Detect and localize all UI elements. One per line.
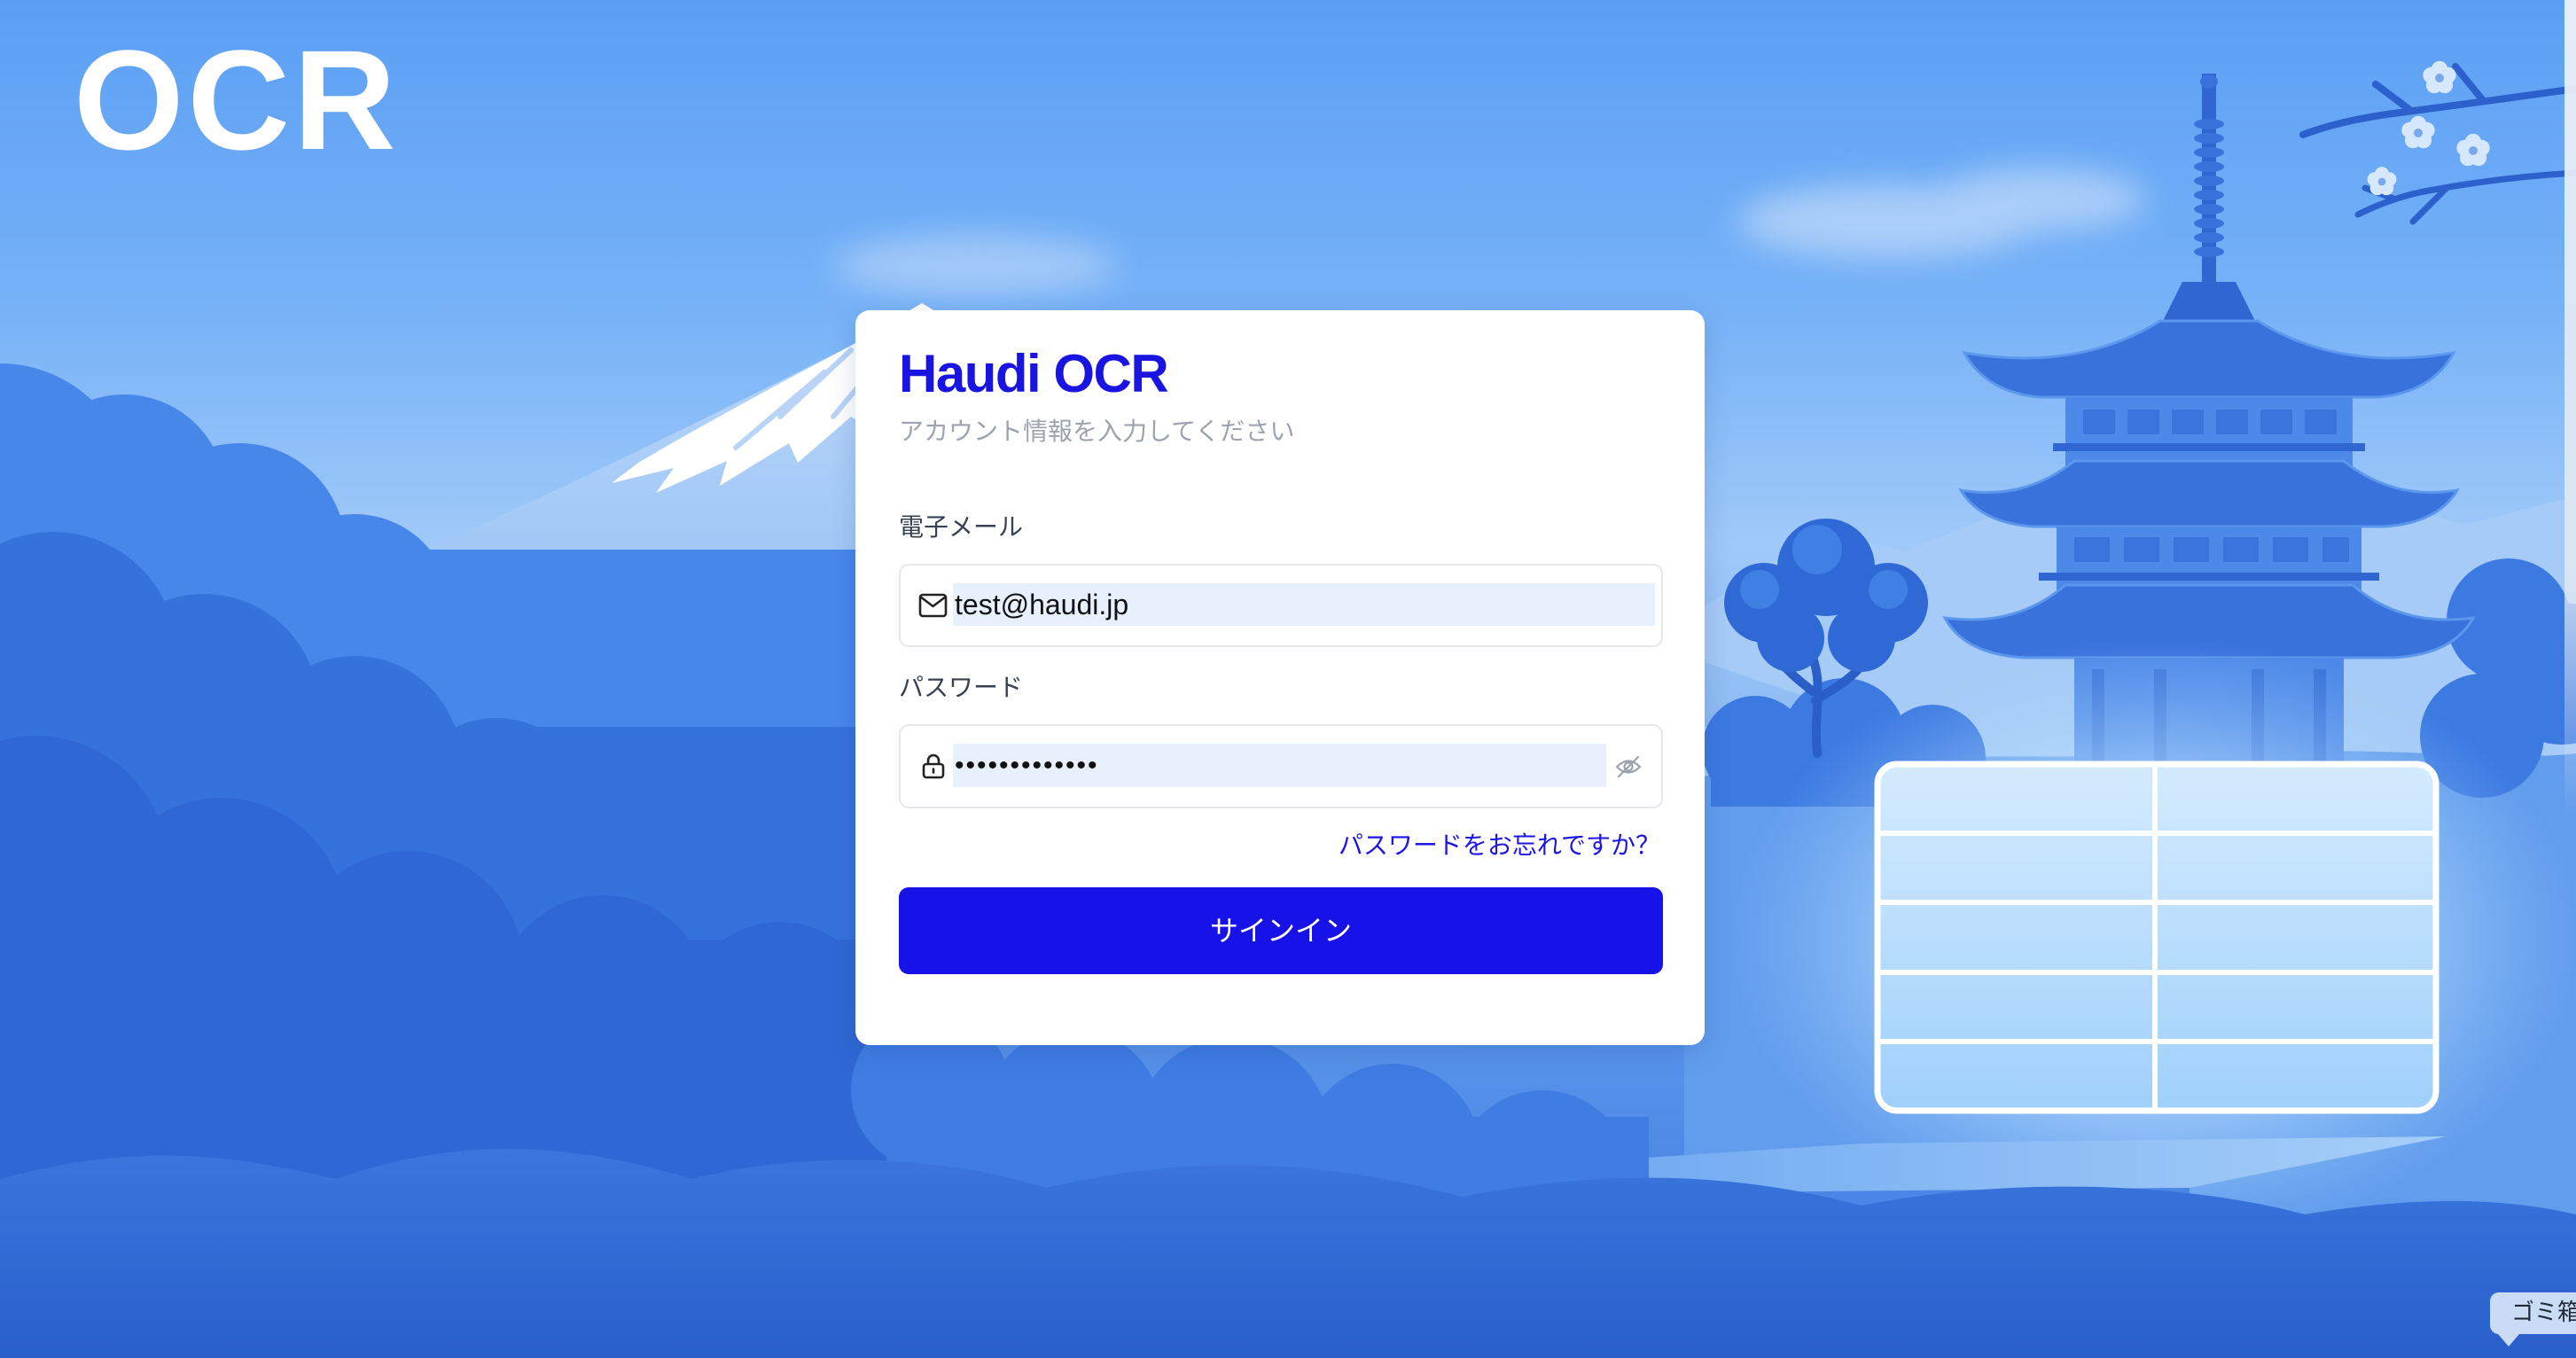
app-logo: OCR bbox=[74, 20, 400, 179]
password-input[interactable] bbox=[953, 744, 1606, 787]
forgot-password-link[interactable]: パスワードをお忘れですか？ bbox=[1339, 828, 1660, 863]
eye-off-icon[interactable] bbox=[1615, 755, 1642, 778]
dock-tooltip-label: ゴミ箱 bbox=[2511, 1299, 2576, 1326]
password-label: パスワード bbox=[899, 674, 1024, 701]
login-title: Haudi OCR bbox=[899, 344, 1169, 403]
mail-icon bbox=[918, 593, 948, 618]
email-input[interactable] bbox=[953, 583, 1655, 626]
email-label: 電子メール bbox=[899, 513, 1024, 541]
login-subtitle: アカウント情報を入力してください bbox=[899, 418, 1295, 445]
email-field[interactable] bbox=[899, 564, 1663, 647]
sign-in-button[interactable]: サインイン bbox=[899, 887, 1663, 974]
dock-tooltip: ゴミ箱 bbox=[2490, 1292, 2576, 1334]
dock-tooltip-arrow bbox=[2498, 1334, 2519, 1346]
glowing-table-grid bbox=[1874, 761, 2439, 1114]
adjacent-window-edge bbox=[2564, 0, 2576, 1358]
pagoda-railing-1 bbox=[2053, 443, 2365, 451]
password-field[interactable] bbox=[899, 724, 1663, 808]
lock-icon bbox=[922, 753, 945, 779]
login-card: Haudi OCR アカウント情報を入力してください 電子メール パスワード パ… bbox=[855, 310, 1705, 1045]
pagoda-railing-2 bbox=[2039, 573, 2379, 581]
